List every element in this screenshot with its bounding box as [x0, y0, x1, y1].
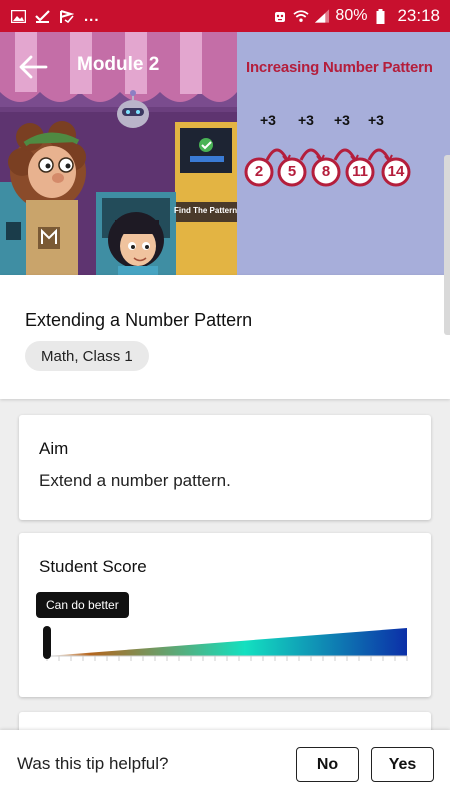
score-marker — [43, 626, 51, 659]
pattern-title: Increasing Number Pattern — [246, 59, 433, 76]
lesson-title: Extending a Number Pattern — [25, 310, 253, 330]
battery-icon — [372, 8, 388, 24]
score-ticks — [46, 655, 408, 661]
sequence-number-3: 8 — [321, 163, 331, 180]
feedback-bar: Was this tip helpful? No Yes — [0, 730, 450, 800]
app-screen: ... 80% 23:18 Find The Pattern +3 +3 +3 … — [0, 0, 450, 800]
status-bar: ... 80% 23:18 — [0, 0, 450, 32]
hero-image: Find The Pattern +3 +3 +3 +3 2 5 8 11 14… — [0, 32, 450, 275]
aim-heading: Aim — [39, 439, 69, 458]
sequence-number-1: 2 — [254, 163, 264, 180]
subject-chip: Math, Class 1 — [25, 341, 149, 371]
robot-icon — [272, 9, 288, 23]
lesson-info-card: Extending a Number Pattern Math, Class 1 — [0, 155, 450, 399]
clock: 23:18 — [397, 6, 440, 25]
score-gradient-wedge — [47, 628, 407, 656]
flag-icon — [58, 9, 74, 23]
arrow-left-icon — [19, 55, 48, 79]
image-icon — [10, 9, 26, 23]
check-icon — [34, 9, 50, 23]
aim-card: Aim Extend a number pattern. — [19, 415, 431, 520]
wifi-icon — [293, 9, 310, 23]
step-label-1: +3 — [260, 112, 276, 128]
more-notifications: ... — [84, 7, 100, 25]
step-label-3: +3 — [334, 112, 350, 128]
page-title: Module 2 — [77, 54, 160, 75]
scroll-indicator — [444, 155, 450, 335]
sequence-number-5: 14 — [387, 163, 405, 180]
yes-button[interactable]: Yes — [371, 747, 434, 782]
score-tooltip: Can do better — [36, 592, 129, 618]
student-score-card: Student Score Can do better — [19, 533, 431, 697]
battery-percent: 80% — [335, 7, 368, 24]
sequence-number-2: 5 — [287, 163, 297, 180]
aim-text: Extend a number pattern. — [39, 471, 231, 490]
step-label-2: +3 — [298, 112, 314, 128]
sequence-number-4: 11 — [352, 163, 368, 180]
signal-icon — [314, 9, 330, 23]
feedback-question: Was this tip helpful? — [17, 754, 169, 773]
back-button[interactable] — [16, 52, 50, 82]
arcade-screen-label: Find The Pattern — [174, 206, 237, 215]
no-button[interactable]: No — [296, 747, 359, 782]
step-label-4: +3 — [368, 112, 384, 128]
